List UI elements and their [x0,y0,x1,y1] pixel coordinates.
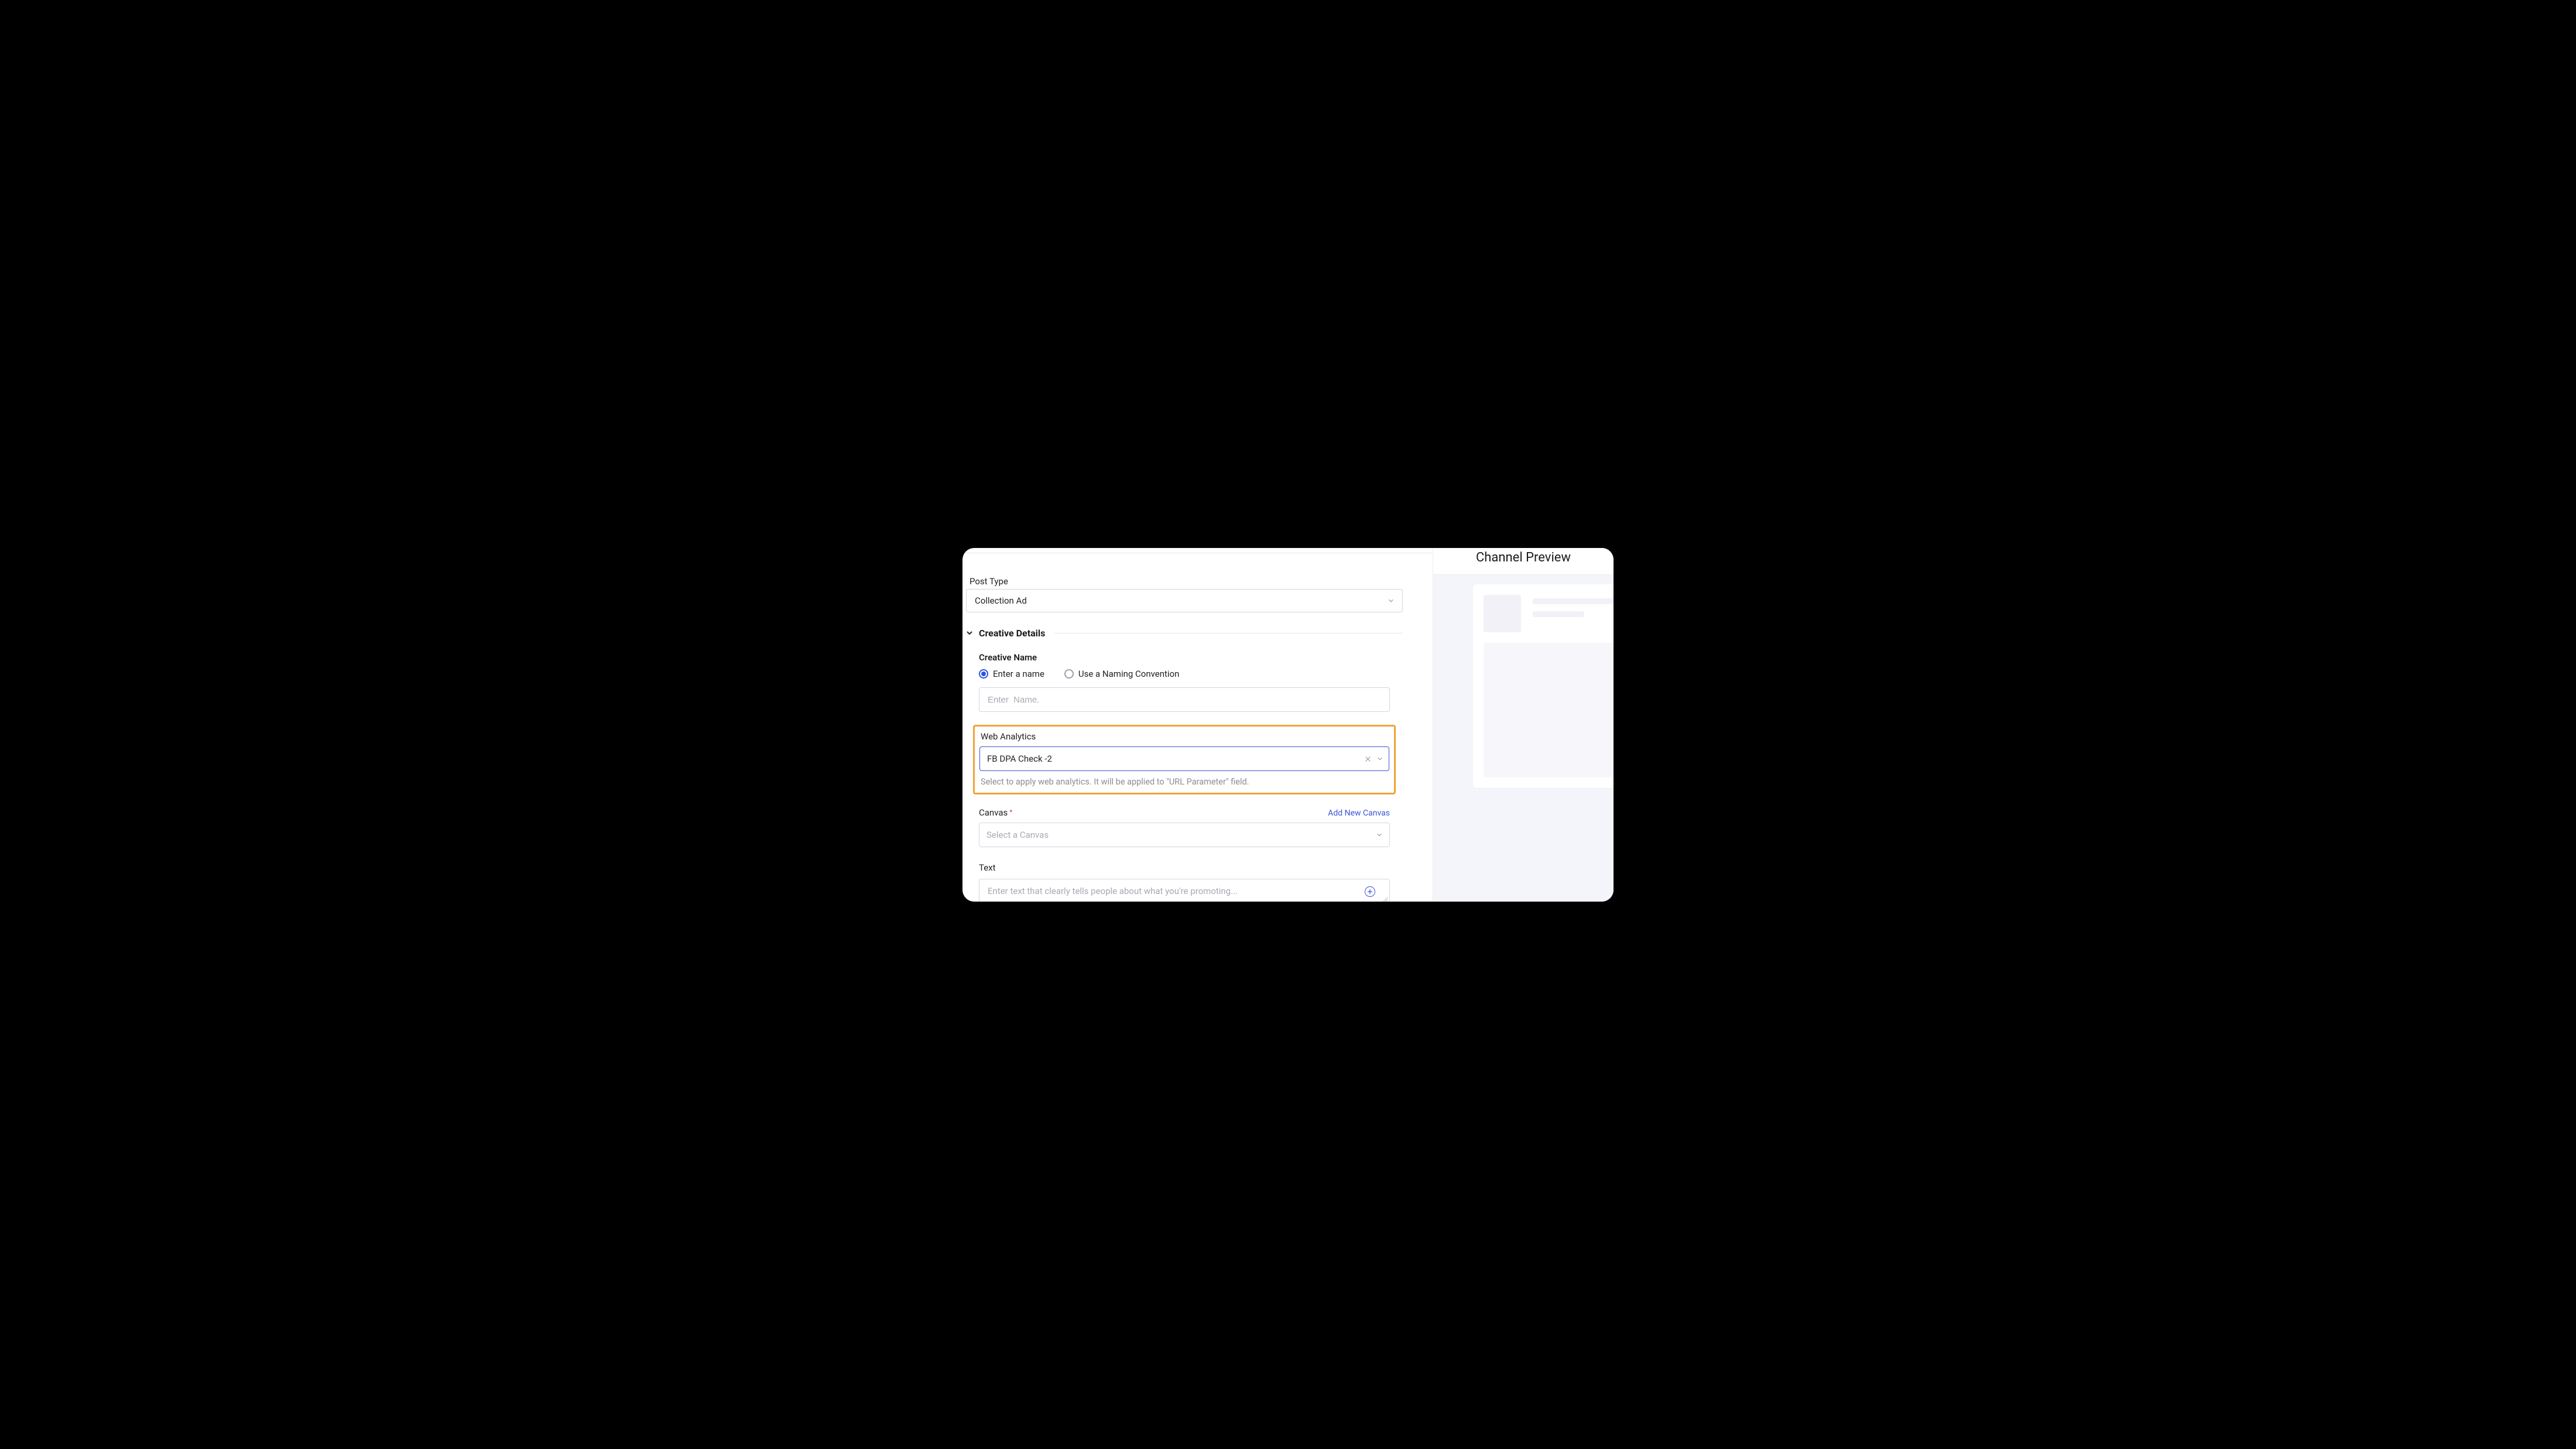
text-field-wrap [979,879,1390,902]
required-indicator: * [1009,808,1012,816]
canvas-placeholder: Select a Canvas [986,830,1049,840]
web-analytics-help: Select to apply web analytics. It will b… [979,777,1389,787]
preview-avatar-skeleton [1484,595,1521,632]
preview-line-skeleton [1533,598,1614,604]
resize-grip-icon[interactable] [1382,897,1388,902]
add-new-canvas-link[interactable]: Add New Canvas [1328,809,1390,818]
preview-line-skeleton [1533,611,1584,617]
channel-preview-title: Channel Preview [1433,548,1614,575]
add-variable-button[interactable] [1365,886,1375,897]
creative-name-label: Creative Name [979,652,1402,663]
preview-body-skeleton [1484,643,1614,777]
chevron-down-icon [966,629,974,638]
clear-icon[interactable] [1365,756,1371,762]
post-type-value: Collection Ad [975,595,1027,606]
creative-name-radios: Enter a name Use a Naming Convention [979,669,1402,679]
web-analytics-block: Web Analytics FB DPA Check -2 [973,725,1396,794]
editor-panel: Post Type Collection Ad Creative Details [962,548,1614,902]
web-analytics-select[interactable]: FB DPA Check -2 [979,746,1389,771]
post-type-select[interactable]: Collection Ad [966,589,1403,612]
canvas-select[interactable]: Select a Canvas [979,823,1390,847]
chevron-down-icon [1376,832,1382,838]
radio-naming-convention[interactable]: Use a Naming Convention [1064,669,1180,679]
chevron-down-icon [1377,756,1383,762]
radio-naming-convention-label: Use a Naming Convention [1078,669,1180,679]
post-type-label: Post Type [966,576,1008,587]
web-analytics-label: Web Analytics [979,731,1389,742]
chevron-down-icon [1388,598,1394,604]
main-form: Post Type Collection Ad Creative Details [962,548,1433,902]
creative-name-input[interactable] [979,687,1390,712]
web-analytics-value: FB DPA Check -2 [987,753,1052,764]
channel-preview-panel: Channel Preview [1433,548,1614,902]
radio-enter-name-label: Enter a name [993,669,1044,679]
preview-card [1473,584,1614,788]
text-label: Text [979,862,1402,873]
radio-unselected-icon [1064,669,1074,679]
text-textarea[interactable] [979,879,1389,902]
radio-enter-name[interactable]: Enter a name [979,669,1044,679]
canvas-label: Canvas* [979,807,1012,818]
radio-selected-icon [979,669,988,679]
creative-details-title: Creative Details [979,628,1045,639]
creative-details-header[interactable]: Creative Details [966,628,1403,639]
